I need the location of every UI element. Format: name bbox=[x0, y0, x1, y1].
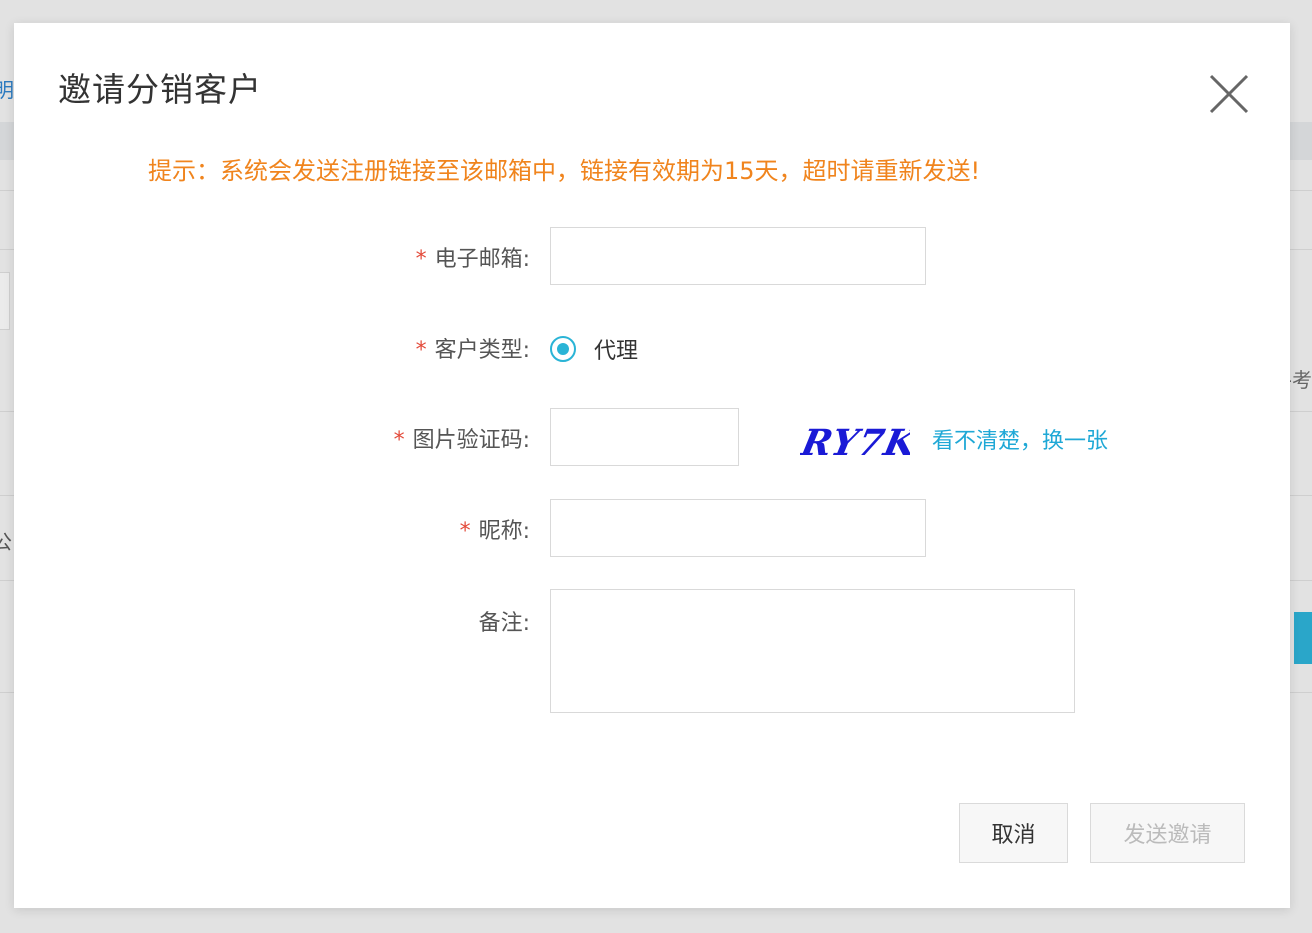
email-row: * 电子邮箱: bbox=[14, 227, 1290, 285]
nickname-label-text: 昵称: bbox=[478, 519, 530, 544]
required-mark: * bbox=[459, 519, 471, 544]
invite-customer-modal: 邀请分销客户 提示：系统会发送注册链接至该邮箱中，链接有效期为15天，超时请重新… bbox=[14, 23, 1290, 908]
remark-label: 备注: bbox=[478, 611, 530, 636]
email-label-text: 电子邮箱: bbox=[434, 247, 530, 272]
radio-button[interactable] bbox=[550, 336, 576, 362]
background-text-fragment: 公 bbox=[0, 530, 12, 554]
send-invite-button[interactable]: 发送邀请 bbox=[1090, 803, 1245, 863]
captcha-refresh-link[interactable]: 看不清楚，换一张 bbox=[932, 423, 1108, 455]
notice-text: 提示：系统会发送注册链接至该邮箱中，链接有效期为15天，超时请重新发送! bbox=[148, 157, 981, 185]
modal-title: 邀请分销客户 bbox=[58, 70, 262, 109]
captcha-text: RY7K bbox=[800, 421, 910, 463]
captcha-input[interactable] bbox=[550, 408, 739, 466]
required-mark: * bbox=[393, 428, 405, 453]
close-icon[interactable] bbox=[1206, 71, 1252, 117]
nickname-field[interactable] bbox=[550, 499, 926, 557]
customer-type-radio-agent[interactable]: 代理 bbox=[550, 333, 638, 365]
captcha-label-text: 图片验证码: bbox=[412, 428, 530, 453]
customer-type-label: * 客户类型: bbox=[416, 332, 530, 364]
remark-textarea[interactable] bbox=[550, 589, 1075, 713]
cancel-button[interactable]: 取消 bbox=[959, 803, 1068, 863]
customer-type-label-text: 客户类型: bbox=[434, 338, 530, 363]
captcha-label: * 图片验证码: bbox=[394, 422, 530, 454]
radio-label-agent[interactable]: 代理 bbox=[594, 333, 638, 365]
email-field[interactable] bbox=[550, 227, 926, 285]
radio-dot bbox=[557, 343, 569, 355]
email-label: * 电子邮箱: bbox=[416, 241, 530, 273]
required-mark: * bbox=[415, 247, 427, 272]
required-mark: * bbox=[415, 338, 427, 363]
captcha-image[interactable]: RY7K bbox=[800, 415, 910, 463]
nickname-row: * 昵称: bbox=[14, 499, 1290, 557]
customer-type-row: * 客户类型: 代理 bbox=[14, 328, 1290, 364]
nickname-label: * 昵称: bbox=[460, 513, 530, 545]
background-button-stub bbox=[1294, 612, 1312, 664]
background-input-stub bbox=[0, 272, 10, 330]
